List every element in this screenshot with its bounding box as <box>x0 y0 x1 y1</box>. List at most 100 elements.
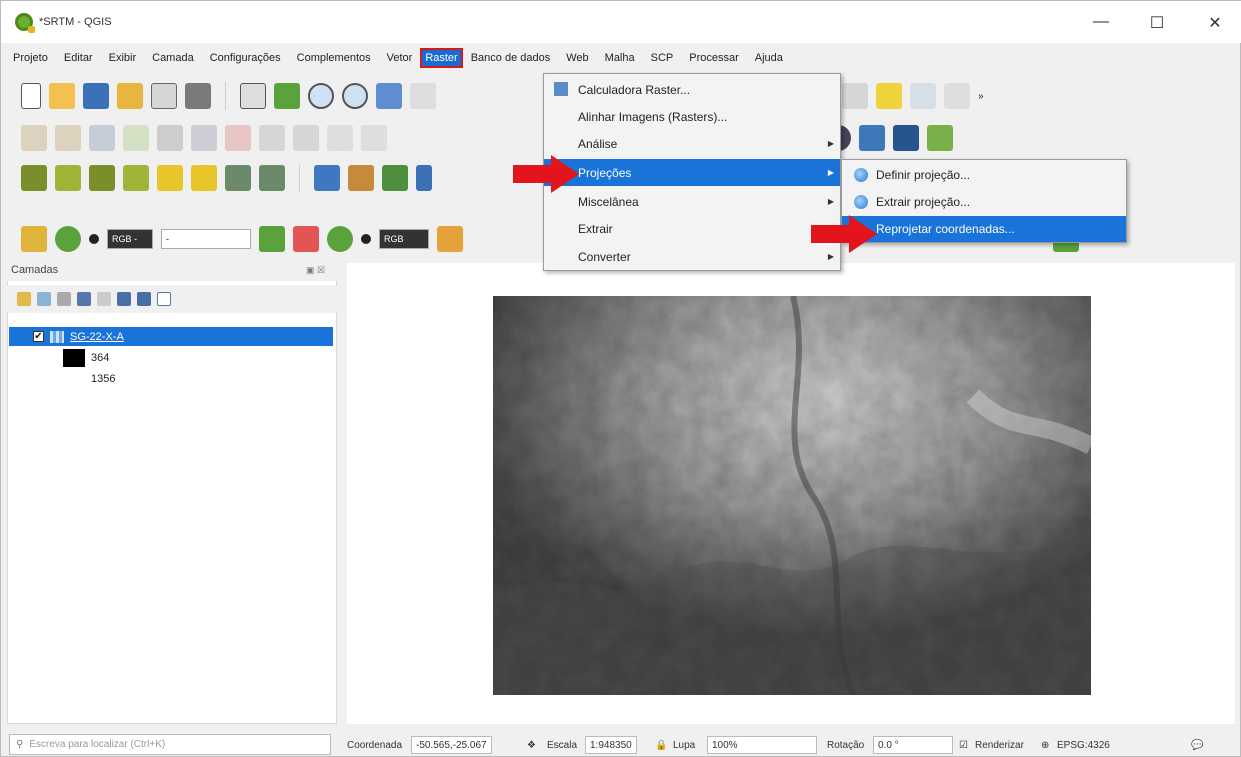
toggle-editing-icon[interactable] <box>55 125 81 151</box>
undo-icon[interactable] <box>327 125 353 151</box>
copy-features-icon[interactable] <box>259 125 285 151</box>
menu-processar[interactable]: Processar <box>681 48 747 68</box>
menu-editar[interactable]: Editar <box>56 48 101 68</box>
menu-item-miscelanea[interactable]: Miscelânea ▶ <box>544 188 840 215</box>
increase-brightness-icon[interactable] <box>157 165 183 191</box>
menu-item-calculadora-raster[interactable]: Calculadora Raster... <box>544 76 840 103</box>
field-calculator-icon[interactable] <box>910 83 936 109</box>
band-combo[interactable]: - <box>161 229 251 249</box>
stretch-local-icon[interactable] <box>123 165 149 191</box>
increase-contrast-icon[interactable] <box>225 165 251 191</box>
manage-map-themes-icon[interactable] <box>57 292 71 306</box>
new-print-layout-icon[interactable] <box>117 83 143 109</box>
filter-expression-icon[interactable] <box>97 292 111 306</box>
layer-visibility-checkbox[interactable]: ✔ <box>33 331 44 342</box>
close-button[interactable]: ✕ <box>1195 13 1235 33</box>
menu-exibir[interactable]: Exibir <box>101 48 145 68</box>
pan-to-selection-icon[interactable] <box>274 83 300 109</box>
add-feature-icon[interactable] <box>123 125 149 151</box>
new-project-icon[interactable] <box>21 83 41 109</box>
menu-banco-de-dados[interactable]: Banco de dados <box>463 48 559 68</box>
redo-icon[interactable] <box>361 125 387 151</box>
stretch-icon[interactable] <box>89 165 115 191</box>
collapse-all-icon[interactable] <box>137 292 151 306</box>
filter-legend-icon[interactable] <box>77 292 91 306</box>
delete-selected-icon[interactable] <box>191 125 217 151</box>
save-project-icon[interactable] <box>83 83 109 109</box>
toolbar-overflow-icon[interactable]: » <box>978 91 984 102</box>
layout-manager-icon[interactable] <box>151 83 177 109</box>
add-delimited-icon[interactable] <box>416 165 432 191</box>
paste-features-icon[interactable] <box>293 125 319 151</box>
menu-projeto[interactable]: Projeto <box>5 48 56 68</box>
add-group-icon[interactable] <box>37 292 51 306</box>
maximize-button[interactable]: ☐ <box>1137 13 1177 33</box>
menu-item-projecoes[interactable]: Projeções ▶ <box>544 159 840 186</box>
minimize-button[interactable]: — <box>1081 13 1121 31</box>
decrease-brightness-icon[interactable] <box>191 165 217 191</box>
help-icon[interactable] <box>893 125 919 151</box>
remove-layer-icon[interactable] <box>157 292 171 306</box>
zoom-in-icon[interactable] <box>308 83 334 109</box>
scp-roi-icon[interactable] <box>259 226 285 252</box>
python-console-icon[interactable] <box>859 125 885 151</box>
menu-complementos[interactable]: Complementos <box>289 48 379 68</box>
processing-toolbox-icon[interactable] <box>927 125 953 151</box>
rotation-field[interactable]: 0.0 ° <box>873 736 953 754</box>
scp-preview-icon[interactable] <box>437 226 463 252</box>
extents-toggle-icon[interactable]: ❖ <box>527 736 536 754</box>
style-manager-icon[interactable] <box>185 83 211 109</box>
menu-web[interactable]: Web <box>558 48 596 68</box>
menu-item-definir-projecao[interactable]: Definir projeção... <box>842 162 1126 188</box>
zoom-selection-icon[interactable] <box>410 83 436 109</box>
pan-hand-icon[interactable] <box>240 83 266 109</box>
menu-configuracoes[interactable]: Configurações <box>202 48 289 68</box>
open-project-icon[interactable] <box>49 83 75 109</box>
vertex-tool-icon[interactable] <box>157 125 183 151</box>
lock-scale-icon[interactable]: 🔒 <box>655 736 667 754</box>
crs-button[interactable]: EPSG:4326 <box>1057 736 1110 754</box>
select-features-icon[interactable] <box>842 83 868 109</box>
menu-vetor[interactable]: Vetor <box>379 48 421 68</box>
menu-malha[interactable]: Malha <box>597 48 643 68</box>
edit-pencil-icon[interactable] <box>21 125 47 151</box>
magnifier-field[interactable]: 100% <box>707 736 817 754</box>
scp-redo-roi-icon[interactable] <box>293 226 319 252</box>
menu-item-analise[interactable]: Análise ▶ <box>544 130 840 157</box>
layer-item-sg-22-x-a[interactable]: ✔ SG-22-X-A <box>9 327 333 346</box>
menu-scp[interactable]: SCP <box>643 48 682 68</box>
menu-raster[interactable]: Raster <box>420 48 463 68</box>
menu-ajuda[interactable]: Ajuda <box>747 48 791 68</box>
menu-item-extrair[interactable]: Extrair ▶ <box>544 215 840 242</box>
scp-dock-icon[interactable] <box>21 226 47 252</box>
rgb-combo[interactable]: RGB - <box>107 229 153 249</box>
zoom-out-icon[interactable] <box>342 83 368 109</box>
menu-item-converter[interactable]: Converter ▶ <box>544 243 840 270</box>
panel-float-close-icon[interactable]: ▣ ☒ <box>306 265 325 276</box>
menu-camada[interactable]: Camada <box>144 48 202 68</box>
messages-icon[interactable]: 💬 <box>1191 736 1203 754</box>
style-layer-icon[interactable] <box>17 292 31 306</box>
coordinate-field[interactable]: -50.565,-25.067 <box>411 736 492 754</box>
histogram-icon[interactable] <box>21 165 47 191</box>
zoom-to-image-icon[interactable] <box>55 226 81 252</box>
statistics-icon[interactable] <box>944 83 970 109</box>
scp-zoom-icon[interactable] <box>327 226 353 252</box>
zoom-full-icon[interactable] <box>376 83 402 109</box>
histogram-local-icon[interactable] <box>55 165 81 191</box>
scale-combo[interactable]: 1:948350 <box>585 736 637 754</box>
rgb-combo-2[interactable]: RGB <box>379 229 429 249</box>
locator-search-input[interactable]: ⚲ Escreva para localizar (Ctrl+K) <box>9 734 331 755</box>
expand-all-icon[interactable] <box>117 292 131 306</box>
menu-item-alinhar-imagens[interactable]: Alinhar Imagens (Rasters)... <box>544 103 840 130</box>
menu-item-reprojetar-coordenadas[interactable]: Reprojetar coordenadas... <box>842 216 1126 242</box>
decrease-contrast-icon[interactable] <box>259 165 285 191</box>
render-checkbox[interactable]: ☑ <box>959 736 968 754</box>
add-vector-icon[interactable] <box>382 165 408 191</box>
save-edits-icon[interactable] <box>89 125 115 151</box>
add-layer-icon[interactable] <box>348 165 374 191</box>
deselect-icon[interactable] <box>876 83 902 109</box>
cut-features-icon[interactable] <box>225 125 251 151</box>
add-raster-icon[interactable] <box>314 165 340 191</box>
menu-item-extrair-projecao[interactable]: Extrair projeção... <box>842 189 1126 215</box>
